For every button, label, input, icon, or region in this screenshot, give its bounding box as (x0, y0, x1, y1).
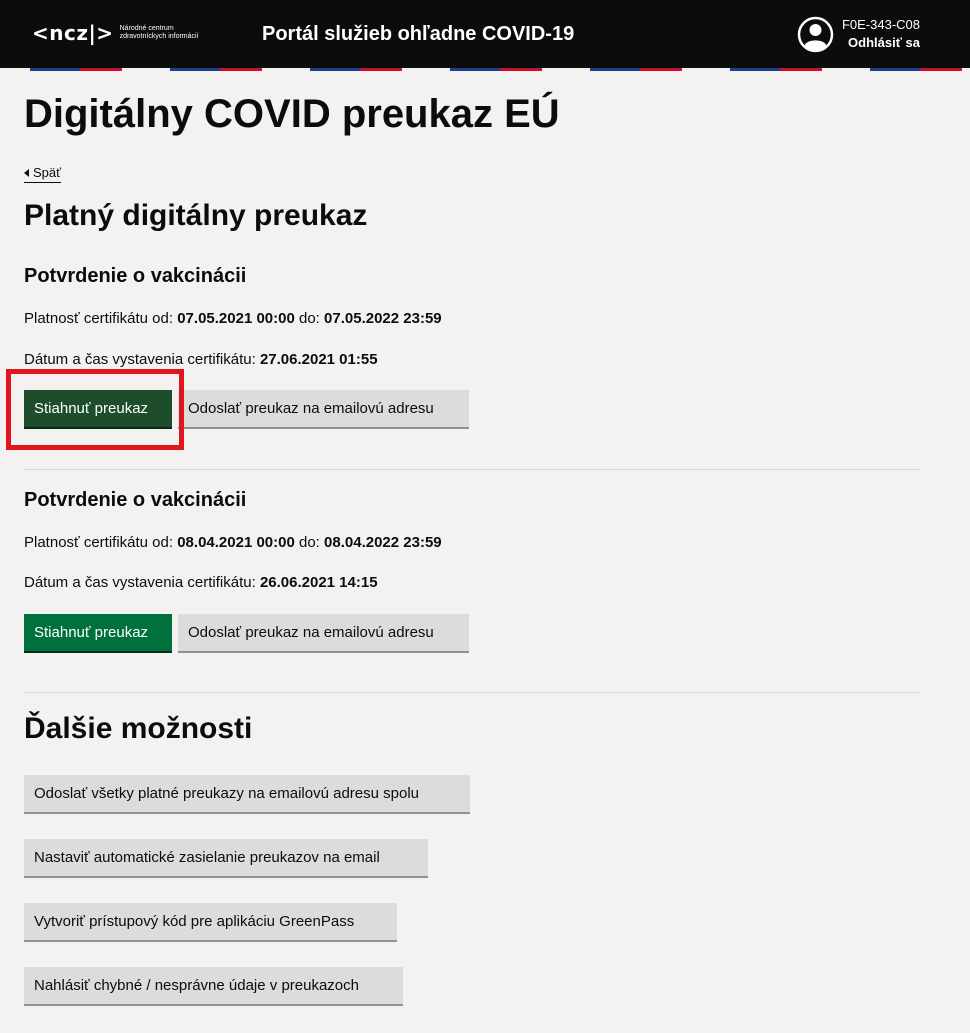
issued-at: 27.06.2021 01:55 (259, 351, 378, 368)
email-certificate-button[interactable]: Odoslať preukaz na emailovú adresu (178, 614, 469, 651)
user-avatar-icon[interactable] (797, 16, 834, 53)
issued-at: 26.06.2021 14:15 (259, 574, 378, 591)
site-header: <ncz|> Národné centrum zdravotníckych in… (0, 0, 970, 68)
auto-email-setup-button[interactable]: Nastaviť automatické zasielanie preukazo… (24, 839, 428, 876)
certificate-validity: Platnosť certifikátu od: 08.04.2021 00:0… (24, 534, 442, 551)
valid-to: 08.04.2022 23:59 (324, 534, 442, 551)
nczi-logo[interactable]: <ncz|> Národné centrum zdravotníckych in… (32, 20, 220, 46)
email-certificate-button[interactable]: Odoslať preukaz na emailovú adresu (178, 390, 469, 427)
logo-subtitle: Národné centrum zdravotníckych informáci… (119, 25, 199, 40)
certificate-validity: Platnosť certifikátu od: 07.05.2021 00:0… (24, 310, 442, 327)
greenpass-code-button[interactable]: Vytvoriť prístupový kód pre aplikáciu Gr… (24, 903, 397, 940)
certificate-issued: Dátum a čas vystavenia certifikátu: 27.0… (24, 351, 378, 368)
certificate-title: Potvrdenie o vakcinácii (24, 265, 247, 287)
logout-link[interactable]: Odhlásiť sa (848, 35, 920, 51)
certificate-issued: Dátum a čas vystavenia certifikátu: 26.0… (24, 574, 378, 591)
more-options-title: Ďalšie možnosti (24, 712, 253, 745)
valid-to: 07.05.2022 23:59 (324, 310, 442, 327)
back-link[interactable]: Späť (24, 165, 62, 183)
download-certificate-button[interactable]: Stiahnuť preukaz (24, 390, 172, 427)
report-errors-button[interactable]: Nahlásiť chybné / nesprávne údaje v preu… (24, 967, 403, 1004)
page-title: Digitálny COVID preukaz EÚ (24, 92, 560, 136)
download-certificate-button[interactable]: Stiahnuť preukaz (24, 614, 172, 651)
valid-from: 08.04.2021 00:00 (177, 534, 295, 551)
divider (24, 692, 920, 693)
certificate-title: Potvrdenie o vakcinácii (24, 489, 247, 511)
back-arrow-icon (24, 169, 29, 177)
flag-strip (0, 68, 970, 71)
divider (24, 469, 920, 470)
valid-section-title: Platný digitálny preukaz (24, 199, 368, 232)
logo-mark: <ncz|> (32, 21, 114, 45)
user-id: F0E-343-C08 (841, 17, 920, 32)
back-label: Späť (33, 165, 62, 180)
send-all-certificates-button[interactable]: Odoslať všetky platné preukazy na emailo… (24, 775, 470, 812)
portal-title: Portál služieb ohľadne COVID-19 (262, 23, 575, 45)
valid-from: 07.05.2021 00:00 (177, 310, 295, 327)
